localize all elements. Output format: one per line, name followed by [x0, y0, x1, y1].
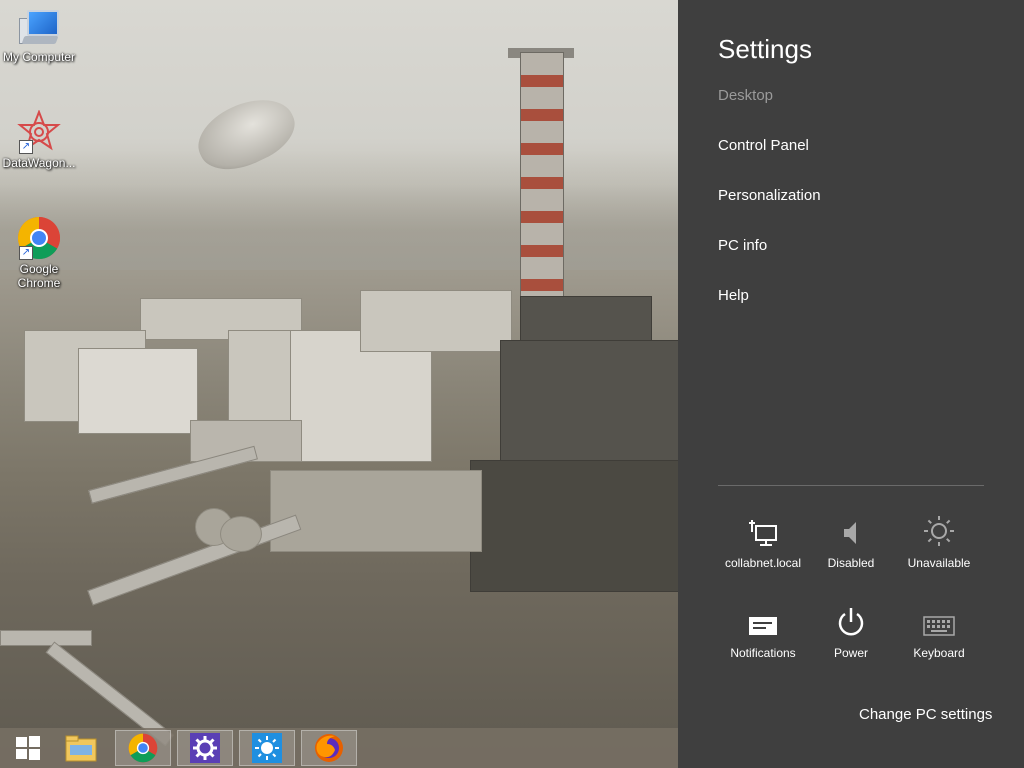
- wallpaper-building: [78, 348, 198, 434]
- charm-item-pc-info[interactable]: PC info: [718, 237, 767, 254]
- weather-sun-icon: [252, 733, 282, 763]
- network-icon: [749, 520, 777, 546]
- settings-gear-icon: [190, 733, 220, 763]
- computer-icon: [19, 8, 59, 48]
- settings-charm-panel: Settings Desktop Control Panel Personali…: [678, 0, 1024, 768]
- charm-item-personalization[interactable]: Personalization: [718, 187, 821, 204]
- wallpaper-reactor: [500, 340, 678, 472]
- network-label: collabnet.local: [724, 556, 802, 570]
- charm-item-help[interactable]: Help: [718, 287, 749, 304]
- datawagon-desktop-icon[interactable]: ↗ DataWagon...: [0, 109, 78, 170]
- keyboard-label: Keyboard: [913, 646, 965, 660]
- taskbar-settings[interactable]: [177, 730, 233, 766]
- google-chrome-desktop-icon[interactable]: ↗ Google Chrome: [0, 216, 78, 290]
- notifications-tile[interactable]: Notifications: [719, 600, 807, 660]
- shortcut-arrow-icon: ↗: [19, 246, 33, 260]
- wallpaper-haze: [0, 150, 678, 270]
- taskbar-chrome[interactable]: [115, 730, 171, 766]
- brightness-tile[interactable]: Unavailable: [895, 510, 983, 570]
- volume-label: Disabled: [827, 556, 875, 570]
- wallpaper-tank: [220, 516, 262, 552]
- charm-item-desktop: Desktop: [718, 87, 774, 104]
- power-tile[interactable]: Power: [807, 600, 895, 660]
- wallpaper-reactor: [470, 460, 678, 592]
- keyboard-tile[interactable]: Keyboard: [895, 600, 983, 660]
- taskbar: [0, 728, 678, 768]
- network-tile[interactable]: collabnet.local: [719, 510, 807, 570]
- charm-divider: [718, 485, 984, 486]
- brightness-icon: [924, 516, 954, 546]
- notifications-icon: [749, 617, 777, 635]
- start-button[interactable]: [0, 730, 56, 766]
- volume-tile[interactable]: Disabled: [807, 510, 895, 570]
- settings-title: Settings: [718, 34, 812, 64]
- chrome-icon: ↗: [17, 216, 61, 260]
- wallpaper-walkway: [88, 445, 258, 504]
- power-icon: [838, 608, 864, 636]
- charm-item-control-panel[interactable]: Control Panel: [718, 137, 809, 154]
- keyboard-icon: [923, 616, 955, 636]
- desktop-icon-label: DataWagon...: [2, 156, 76, 170]
- my-computer-desktop-icon[interactable]: My Computer: [0, 8, 78, 64]
- volume-icon: [844, 522, 856, 544]
- wallpaper-building: [360, 290, 512, 352]
- firefox-icon: [315, 734, 343, 762]
- brightness-label: Unavailable: [907, 556, 971, 570]
- change-pc-settings-link[interactable]: Change PC settings: [859, 706, 992, 723]
- datawagon-star-icon: ↗: [17, 109, 61, 154]
- windows-start-icon: [16, 736, 40, 760]
- desktop-icon-label: Google Chrome: [17, 262, 61, 290]
- power-label: Power: [833, 646, 868, 660]
- desktop-wallpaper: [0, 0, 678, 768]
- notifications-label: Notifications: [730, 646, 796, 660]
- taskbar-file-explorer[interactable]: [53, 730, 109, 766]
- taskbar-firefox[interactable]: [301, 730, 357, 766]
- file-explorer-icon: [65, 735, 97, 762]
- chrome-icon: [128, 733, 158, 763]
- wallpaper-chimney: [520, 52, 564, 300]
- taskbar-weather[interactable]: [239, 730, 295, 766]
- wallpaper-building: [270, 470, 482, 552]
- wallpaper-walkway: [0, 630, 92, 646]
- desktop-icon-label: My Computer: [2, 50, 76, 64]
- shortcut-arrow-icon: ↗: [19, 140, 33, 154]
